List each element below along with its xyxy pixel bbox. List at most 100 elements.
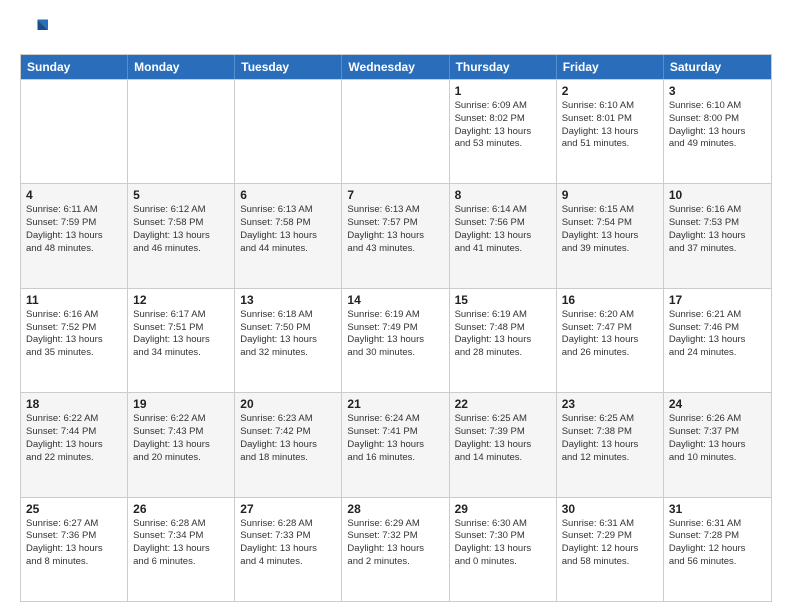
week-row-3: 11 Sunrise: 6:16 AM Sunset: 7:52 PM Dayli… (21, 288, 771, 392)
day-cell-30: 30 Sunrise: 6:31 AM Sunset: 7:29 PM Dayli… (557, 498, 664, 601)
day-number: 1 (455, 84, 551, 98)
empty-cell (342, 80, 449, 183)
day-number: 30 (562, 502, 658, 516)
day-cell-19: 19Sunrise: 6:22 AM Sunset: 7:43 PM Dayli… (128, 393, 235, 496)
day-number: 26 (133, 502, 229, 516)
day-number: 8 (455, 188, 551, 202)
day-info: Sunrise: 6:13 AM Sunset: 7:57 PM Dayligh… (347, 204, 443, 255)
day-info: Sunrise: 6:13 AM Sunset: 7:58 PM Dayligh… (240, 204, 336, 255)
day-info: Sunrise: 6:19 AM Sunset: 7:49 PM Dayligh… (347, 309, 443, 360)
day-cell-11: 11 Sunrise: 6:16 AM Sunset: 7:52 PM Dayli… (21, 289, 128, 392)
day-header-tuesday: Tuesday (235, 55, 342, 79)
day-info: Sunrise: 6:11 AM Sunset: 7:59 PM Dayligh… (26, 204, 122, 255)
day-info: Sunrise: 6:31 AM Sunset: 7:29 PM Dayligh… (562, 518, 658, 569)
day-info: Sunrise: 6:30 AM Sunset: 7:30 PM Dayligh… (455, 518, 551, 569)
week-row-2: 4Sunrise: 6:11 AM Sunset: 7:59 PM Daylig… (21, 183, 771, 287)
day-info: Sunrise: 6:26 AM Sunset: 7:37 PM Dayligh… (669, 413, 766, 464)
day-number: 22 (455, 397, 551, 411)
day-cell-16: 16 Sunrise: 6:20 AM Sunset: 7:47 PM Dayli… (557, 289, 664, 392)
empty-cell (128, 80, 235, 183)
day-cell-17: 17Sunrise: 6:21 AM Sunset: 7:46 PM Dayli… (664, 289, 771, 392)
day-info: Sunrise: 6:17 AM Sunset: 7:51 PM Dayligh… (133, 309, 229, 360)
day-number: 11 (26, 293, 122, 307)
day-number: 14 (347, 293, 443, 307)
day-cell-7: 7Sunrise: 6:13 AM Sunset: 7:57 PM Daylig… (342, 184, 449, 287)
day-number: 28 (347, 502, 443, 516)
day-cell-23: 23Sunrise: 6:25 AM Sunset: 7:38 PM Dayli… (557, 393, 664, 496)
day-info: Sunrise: 6:22 AM Sunset: 7:44 PM Dayligh… (26, 413, 122, 464)
day-number: 16 (562, 293, 658, 307)
day-number: 9 (562, 188, 658, 202)
week-row-5: 25Sunrise: 6:27 AM Sunset: 7:36 PM Dayli… (21, 497, 771, 601)
day-header-wednesday: Wednesday (342, 55, 449, 79)
week-row-1: 1 Sunrise: 6:09 AM Sunset: 8:02 PM Daylig… (21, 79, 771, 183)
day-header-monday: Monday (128, 55, 235, 79)
day-cell-24: 24 Sunrise: 6:26 AM Sunset: 7:37 PM Dayli… (664, 393, 771, 496)
day-info: Sunrise: 6:16 AM Sunset: 7:53 PM Dayligh… (669, 204, 766, 255)
day-info: Sunrise: 6:09 AM Sunset: 8:02 PM Dayligh… (455, 100, 551, 151)
day-info: Sunrise: 6:27 AM Sunset: 7:36 PM Dayligh… (26, 518, 122, 569)
day-cell-22: 22 Sunrise: 6:25 AM Sunset: 7:39 PM Dayli… (450, 393, 557, 496)
day-cell-29: 29 Sunrise: 6:30 AM Sunset: 7:30 PM Dayli… (450, 498, 557, 601)
day-info: Sunrise: 6:21 AM Sunset: 7:46 PM Dayligh… (669, 309, 766, 360)
day-number: 5 (133, 188, 229, 202)
day-cell-27: 27Sunrise: 6:28 AM Sunset: 7:33 PM Dayli… (235, 498, 342, 601)
day-cell-9: 9 Sunrise: 6:15 AM Sunset: 7:54 PM Daylig… (557, 184, 664, 287)
day-info: Sunrise: 6:28 AM Sunset: 7:34 PM Dayligh… (133, 518, 229, 569)
day-number: 21 (347, 397, 443, 411)
day-cell-8: 8 Sunrise: 6:14 AM Sunset: 7:56 PM Daylig… (450, 184, 557, 287)
day-cell-10: 10Sunrise: 6:16 AM Sunset: 7:53 PM Dayli… (664, 184, 771, 287)
week-row-4: 18 Sunrise: 6:22 AM Sunset: 7:44 PM Dayli… (21, 392, 771, 496)
day-info: Sunrise: 6:20 AM Sunset: 7:47 PM Dayligh… (562, 309, 658, 360)
day-number: 24 (669, 397, 766, 411)
empty-cell (235, 80, 342, 183)
day-info: Sunrise: 6:12 AM Sunset: 7:58 PM Dayligh… (133, 204, 229, 255)
day-info: Sunrise: 6:19 AM Sunset: 7:48 PM Dayligh… (455, 309, 551, 360)
day-info: Sunrise: 6:10 AM Sunset: 8:00 PM Dayligh… (669, 100, 766, 151)
day-number: 27 (240, 502, 336, 516)
day-number: 19 (133, 397, 229, 411)
day-number: 23 (562, 397, 658, 411)
day-number: 18 (26, 397, 122, 411)
day-cell-13: 13 Sunrise: 6:18 AM Sunset: 7:50 PM Dayli… (235, 289, 342, 392)
day-number: 20 (240, 397, 336, 411)
day-number: 13 (240, 293, 336, 307)
day-number: 3 (669, 84, 766, 98)
day-cell-18: 18 Sunrise: 6:22 AM Sunset: 7:44 PM Dayli… (21, 393, 128, 496)
day-number: 2 (562, 84, 658, 98)
day-cell-31: 31Sunrise: 6:31 AM Sunset: 7:28 PM Dayli… (664, 498, 771, 601)
day-cell-2: 2 Sunrise: 6:10 AM Sunset: 8:01 PM Daylig… (557, 80, 664, 183)
day-info: Sunrise: 6:10 AM Sunset: 8:01 PM Dayligh… (562, 100, 658, 151)
day-info: Sunrise: 6:24 AM Sunset: 7:41 PM Dayligh… (347, 413, 443, 464)
day-cell-14: 14 Sunrise: 6:19 AM Sunset: 7:49 PM Dayli… (342, 289, 449, 392)
day-cell-21: 21 Sunrise: 6:24 AM Sunset: 7:41 PM Dayli… (342, 393, 449, 496)
empty-cell (21, 80, 128, 183)
day-number: 29 (455, 502, 551, 516)
day-number: 12 (133, 293, 229, 307)
day-info: Sunrise: 6:15 AM Sunset: 7:54 PM Dayligh… (562, 204, 658, 255)
day-info: Sunrise: 6:25 AM Sunset: 7:39 PM Dayligh… (455, 413, 551, 464)
day-header-friday: Friday (557, 55, 664, 79)
logo (20, 16, 52, 44)
day-header-thursday: Thursday (450, 55, 557, 79)
day-header-sunday: Sunday (21, 55, 128, 79)
day-info: Sunrise: 6:18 AM Sunset: 7:50 PM Dayligh… (240, 309, 336, 360)
calendar-body: 1 Sunrise: 6:09 AM Sunset: 8:02 PM Daylig… (21, 79, 771, 601)
page-header (20, 16, 772, 44)
day-info: Sunrise: 6:14 AM Sunset: 7:56 PM Dayligh… (455, 204, 551, 255)
calendar-header-row: SundayMondayTuesdayWednesdayThursdayFrid… (21, 55, 771, 79)
calendar: SundayMondayTuesdayWednesdayThursdayFrid… (20, 54, 772, 602)
day-cell-26: 26 Sunrise: 6:28 AM Sunset: 7:34 PM Dayli… (128, 498, 235, 601)
day-cell-15: 15 Sunrise: 6:19 AM Sunset: 7:48 PM Dayli… (450, 289, 557, 392)
day-cell-1: 1 Sunrise: 6:09 AM Sunset: 8:02 PM Daylig… (450, 80, 557, 183)
day-number: 6 (240, 188, 336, 202)
day-info: Sunrise: 6:16 AM Sunset: 7:52 PM Dayligh… (26, 309, 122, 360)
day-cell-20: 20Sunrise: 6:23 AM Sunset: 7:42 PM Dayli… (235, 393, 342, 496)
day-cell-25: 25Sunrise: 6:27 AM Sunset: 7:36 PM Dayli… (21, 498, 128, 601)
day-info: Sunrise: 6:31 AM Sunset: 7:28 PM Dayligh… (669, 518, 766, 569)
day-cell-28: 28Sunrise: 6:29 AM Sunset: 7:32 PM Dayli… (342, 498, 449, 601)
day-cell-12: 12 Sunrise: 6:17 AM Sunset: 7:51 PM Dayli… (128, 289, 235, 392)
day-cell-4: 4Sunrise: 6:11 AM Sunset: 7:59 PM Daylig… (21, 184, 128, 287)
day-number: 15 (455, 293, 551, 307)
day-header-saturday: Saturday (664, 55, 771, 79)
